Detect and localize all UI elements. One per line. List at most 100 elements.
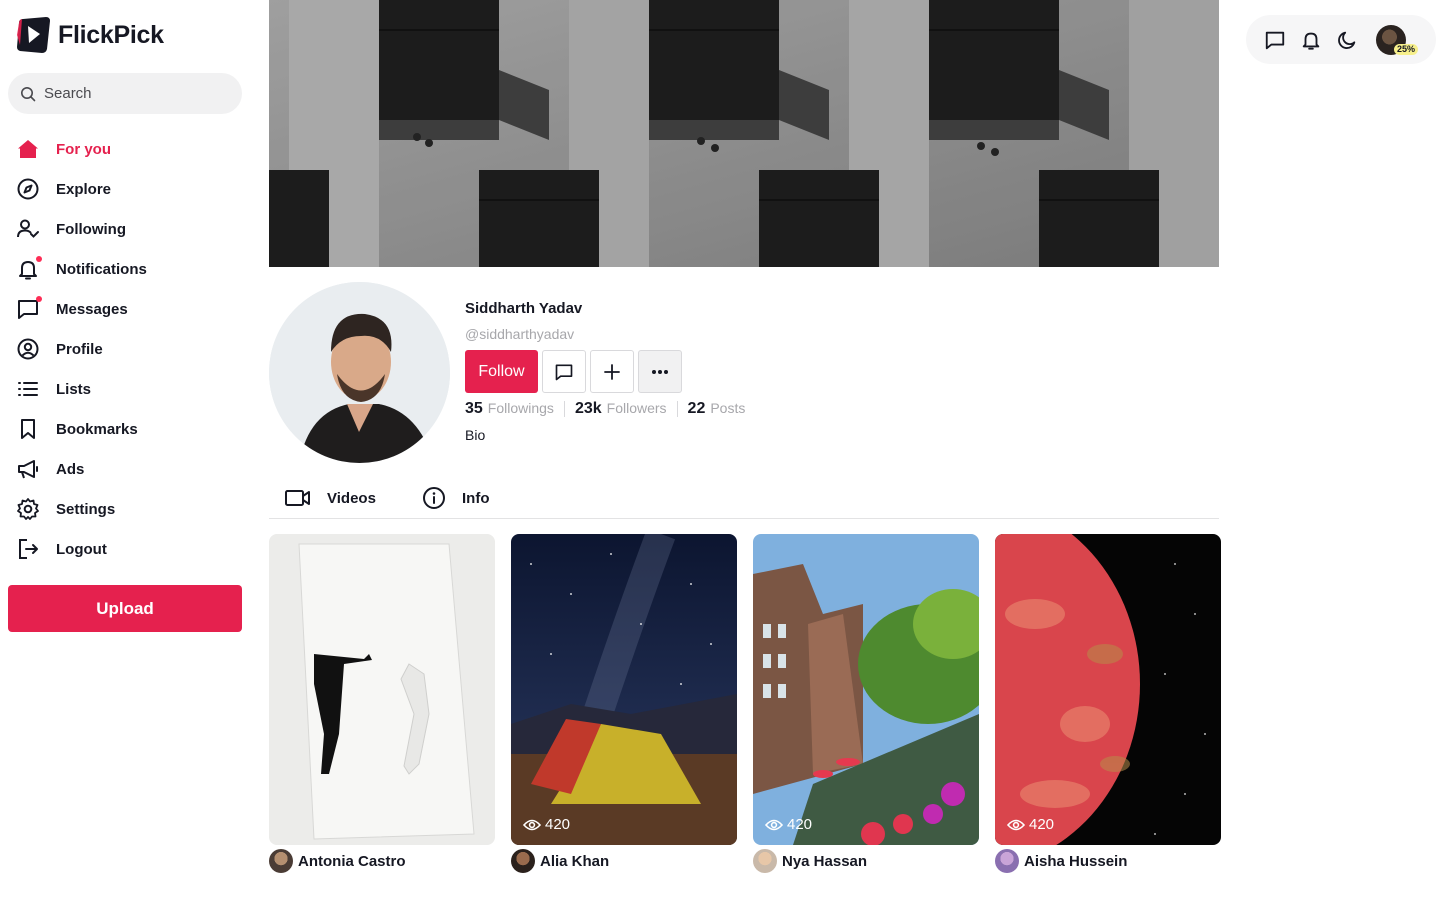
logo[interactable]: FlickPick [16,15,164,55]
notification-dot [36,256,42,262]
search-input[interactable] [44,85,224,102]
message-icon[interactable] [1264,29,1286,51]
sidebar-item-label: Lists [56,380,92,398]
video-thumbnail[interactable]: 420 [995,534,1221,845]
user-circle-icon [16,337,40,361]
video-card[interactable]: 420 Nya Hassan [753,534,979,873]
author-name: Nya Hassan [782,852,868,870]
sidebar-item-following[interactable]: Following [16,209,242,249]
tab-label: Info [462,489,490,507]
sidebar-item-label: Following [56,220,126,238]
plus-icon [604,363,620,380]
video-card[interactable]: 420 Aisha Hussein [995,534,1221,873]
bell-icon [16,256,42,281]
info-icon [423,487,445,509]
stat-label: Followers [606,400,667,416]
video-author[interactable]: Aisha Hussein [995,849,1221,873]
eye-icon [1007,819,1025,830]
stat-posts[interactable]: 22 Posts [688,400,746,418]
top-toolbar: 25% [1246,15,1436,64]
follow-button[interactable]: Follow [465,350,538,393]
profile-tabs: Videos Info [269,478,1219,519]
stat-label: Posts [710,400,746,416]
stat-followers[interactable]: 23k Followers [575,400,667,418]
video-card[interactable]: 420 Alia Khan [511,534,737,873]
stat-value: 23k [574,400,602,417]
video-icon [285,490,310,506]
add-button[interactable] [590,350,634,393]
compass-icon [16,177,40,201]
view-count-value: 420 [1029,816,1055,833]
sidebar-item-label: Explore [56,180,112,198]
upload-button[interactable]: Upload [8,585,242,632]
view-count-value: 420 [545,816,571,833]
logout-icon [16,537,40,561]
tab-label: Videos [327,489,376,507]
search-bar[interactable] [8,73,242,114]
home-icon [16,137,40,161]
gear-icon [16,497,40,521]
avatar[interactable]: 25% [1376,24,1418,55]
avatar [269,849,293,873]
message-icon [16,296,42,321]
sidebar-item-label: Profile [56,340,103,358]
author-name: Antonia Castro [298,852,406,870]
video-thumbnail[interactable]: 420 [511,534,737,845]
profile-bio: Bio [465,427,486,443]
sidebar-item-profile[interactable]: Profile [16,329,242,369]
divider [563,401,565,417]
message-dot [36,296,42,302]
sidebar-nav: For you Explore Following Notifications [16,129,242,569]
author-name: Aisha Hussein [1024,852,1128,870]
message-icon [555,364,573,380]
bell-icon[interactable] [1300,29,1322,51]
sidebar-item-settings[interactable]: Settings [16,489,242,529]
eye-icon [523,819,541,830]
avatar [995,849,1019,873]
list-icon [16,377,40,401]
sidebar-item-explore[interactable]: Explore [16,169,242,209]
app-name: FlickPick [58,20,164,49]
video-thumbnail[interactable]: 420 [753,534,979,845]
sidebar-item-label: Bookmarks [56,420,138,438]
view-count-value: 420 [787,816,813,833]
video-author[interactable]: Nya Hassan [753,849,979,873]
sidebar-item-notifications[interactable]: Notifications [16,249,242,289]
profile-stats: 35 Followings 23k Followers 22 Posts [465,400,745,418]
moon-icon[interactable] [1336,29,1358,51]
sidebar-item-label: Logout [56,540,107,558]
avatar [753,849,777,873]
sidebar: FlickPick For you Explore Following [0,0,250,900]
megaphone-icon [16,457,40,481]
message-button[interactable] [542,350,586,393]
search-icon [21,86,36,101]
divider [676,401,678,417]
profile-avatar [269,282,450,463]
sidebar-item-lists[interactable]: Lists [16,369,242,409]
sidebar-item-label: Settings [56,500,116,518]
more-button[interactable] [638,350,682,393]
stat-followings[interactable]: 35 Followings [465,400,554,418]
video-author[interactable]: Alia Khan [511,849,737,873]
sidebar-item-ads[interactable]: Ads [16,449,242,489]
stat-value: 35 [465,400,483,417]
tab-info[interactable]: Info [406,478,490,518]
video-author[interactable]: Antonia Castro [269,849,495,873]
sidebar-item-messages[interactable]: Messages [16,289,242,329]
video-grid: Antonia Castro 420 Alia Khan 420 Nya Has… [269,534,1221,873]
more-icon [652,369,668,374]
tab-videos[interactable]: Videos [269,478,406,518]
video-thumbnail[interactable] [269,534,495,845]
view-count: 420 [765,816,812,833]
sidebar-item-label: Ads [56,460,85,478]
view-count: 420 [1007,816,1054,833]
profile-actions: Follow [465,350,682,393]
sidebar-item-label: Notifications [56,260,147,278]
video-card[interactable]: Antonia Castro [269,534,495,873]
sidebar-item-bookmarks[interactable]: Bookmarks [16,409,242,449]
sidebar-item-for-you[interactable]: For you [16,129,242,169]
user-check-icon [16,217,40,241]
profile-name: Siddharth Yadav [465,300,583,317]
eye-icon [765,819,783,830]
sidebar-item-logout[interactable]: Logout [16,529,242,569]
